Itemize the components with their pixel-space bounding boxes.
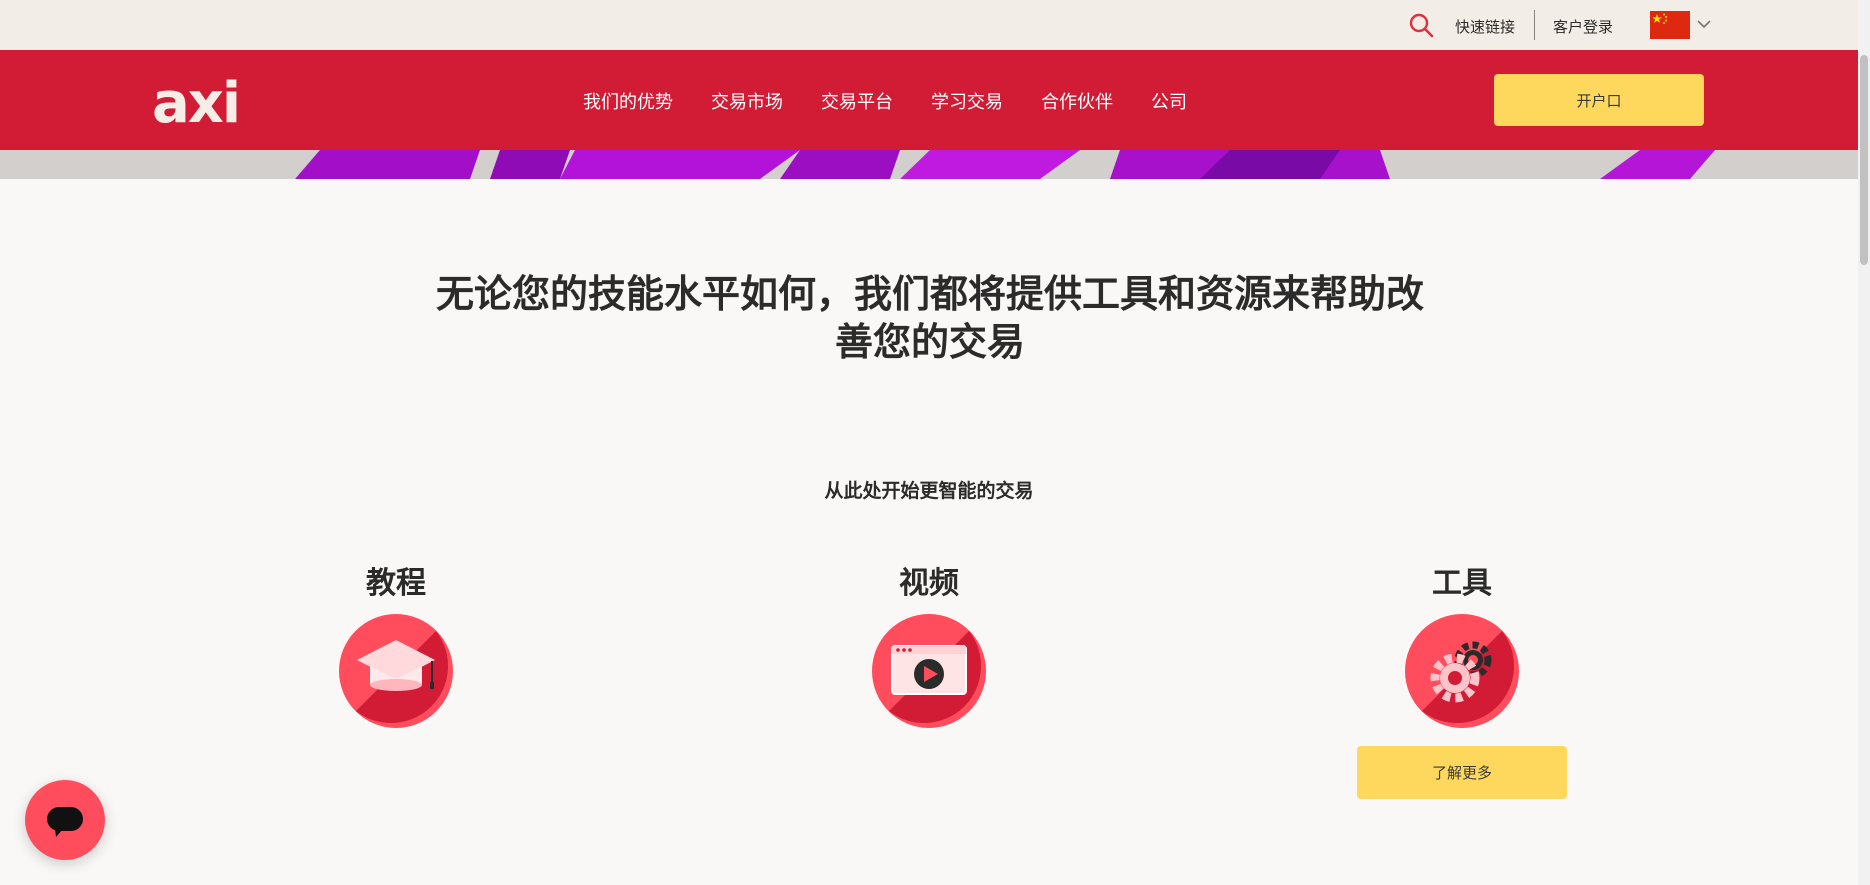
hero-image [295,150,1715,179]
chevron-down-icon[interactable] [1696,16,1712,32]
headline-line-2: 善您的交易 [834,320,1025,364]
axi-logo[interactable]: axi [152,72,260,128]
hero-image-strip [0,150,1858,179]
graduation-cap-icon[interactable] [339,614,453,728]
search-icon[interactable] [1408,12,1434,38]
learn-more-button[interactable]: 了解更多 [1357,746,1567,799]
video-play-icon[interactable] [872,614,986,728]
headline-line-1: 无论您的技能水平如何，我们都将提供工具和资源来帮助改 [435,272,1424,316]
svg-text:axi: axi [152,72,239,128]
utility-divider [1534,10,1535,40]
page-subheadline: 从此处开始更智能的交易 [824,480,1034,502]
feature-title-tutorials: 教程 [366,566,426,601]
feature-title-tools: 工具 [1432,566,1492,601]
nav-item-platforms[interactable]: 交易平台 [821,88,893,114]
nav-item-partners[interactable]: 合作伙伴 [1041,88,1113,114]
nav-item-advantages[interactable]: 我们的优势 [583,88,673,114]
nav-item-learn[interactable]: 学习交易 [931,88,1003,114]
feature-title-videos: 视频 [899,566,959,601]
utility-bar: 快速链接 客户登录 [0,0,1858,50]
feature-tutorials: 教程 [216,564,576,728]
nav-item-company[interactable]: 公司 [1151,88,1187,114]
client-login-link[interactable]: 客户登录 [1553,16,1613,37]
open-account-button[interactable]: 开户口 [1494,74,1704,126]
page-headline: 无论您的技能水平如何，我们都将提供工具和资源来帮助改 善您的交易 [410,270,1450,366]
feature-videos: 视频 [749,564,1109,728]
main-navigation: axi 我们的优势 交易市场 交易平台 学习交易 合作伙伴 公司 开户口 [0,50,1858,150]
chat-bubble-icon [47,807,83,837]
nav-item-markets[interactable]: 交易市场 [711,88,783,114]
chat-widget-button[interactable] [25,780,105,860]
feature-tools: 工具 [1282,564,1642,728]
scrollbar-thumb[interactable] [1860,55,1868,265]
china-flag-icon[interactable] [1650,11,1690,39]
gear-icon[interactable] [1405,614,1519,728]
quick-links-link[interactable]: 快速链接 [1455,16,1515,37]
